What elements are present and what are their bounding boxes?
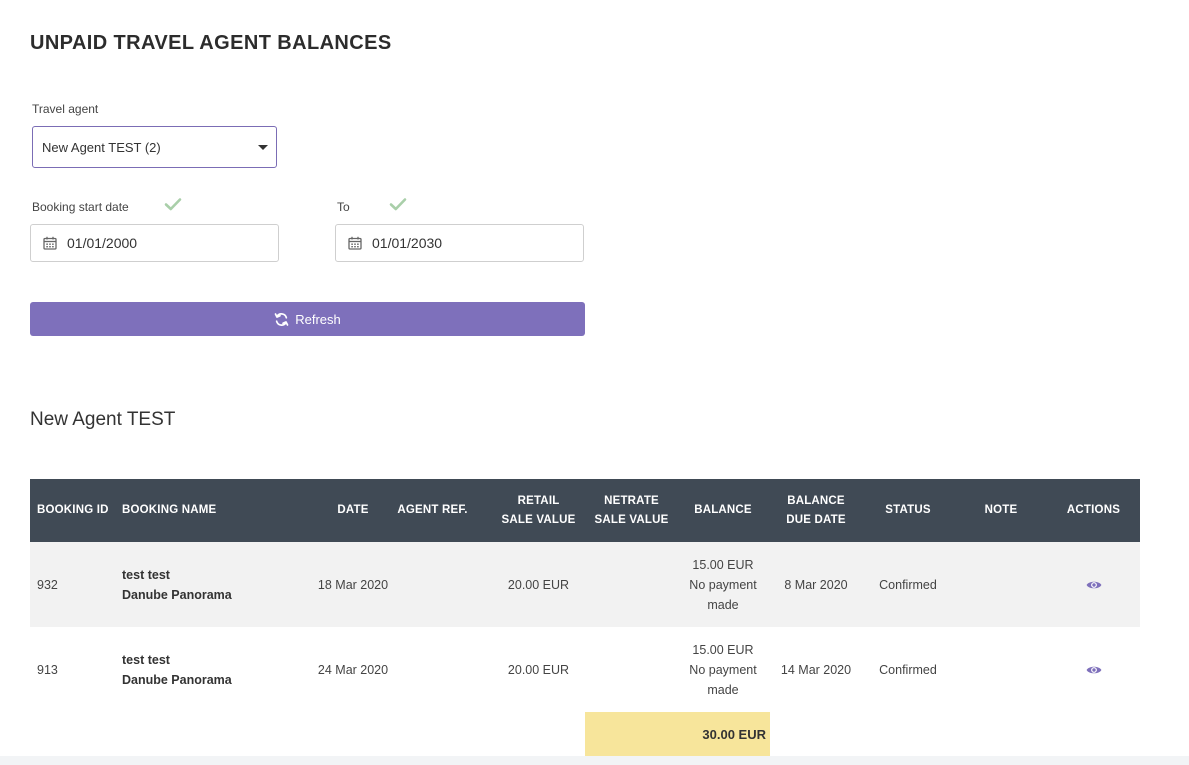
balances-table: BOOKING ID BOOKING NAME DATE AGENT REF. … xyxy=(30,479,1140,712)
balance-due-date: 14 Mar 2020 xyxy=(780,662,852,677)
booking-id: 932 xyxy=(37,577,58,592)
booking-id: 913 xyxy=(37,662,58,677)
balance: 15.00 EUR No payment made xyxy=(678,542,768,627)
booking-name: test test Danube Panorama xyxy=(122,542,312,627)
column-header-booking-name: BOOKING NAME xyxy=(122,504,217,516)
balance-amount: 15.00 EUR xyxy=(692,642,754,657)
agent-ref xyxy=(395,627,470,712)
table-row: 932 test test Danube Panorama 18 Mar 2020… xyxy=(30,542,1140,627)
booking-guest-name: test test xyxy=(122,652,170,667)
booking-name: test test Danube Panorama xyxy=(122,627,312,712)
booking-guest-name: test test xyxy=(122,567,170,582)
booking-product-name: Danube Panorama xyxy=(122,587,232,602)
column-header-actions: ACTIONS xyxy=(1066,504,1121,516)
end-date-value: 01/01/2030 xyxy=(372,235,443,251)
total-balance: 30.00 EUR xyxy=(585,712,770,756)
travel-agent-select[interactable]: New Agent TEST (2) xyxy=(32,126,277,168)
refresh-label: Refresh xyxy=(295,311,341,327)
travel-agent-label: Travel agent xyxy=(32,102,99,116)
refresh-icon xyxy=(274,312,289,326)
netrate-sale-value xyxy=(585,542,678,627)
column-header-agent-ref: AGENT REF. xyxy=(397,504,468,516)
booking-date: 24 Mar 2020 xyxy=(317,662,389,677)
booking-date: 18 Mar 2020 xyxy=(317,577,389,592)
column-header-balance-due-date: BALANCE DUE DATE xyxy=(770,479,862,542)
travel-agent-value: New Agent TEST (2) xyxy=(42,140,161,155)
balance-amount: 15.00 EUR xyxy=(692,557,754,572)
end-date-input[interactable]: 01/01/2030 xyxy=(335,224,584,262)
start-date-label: Booking start date xyxy=(32,200,129,214)
start-date-value: 01/01/2000 xyxy=(67,235,138,251)
caret-down-icon xyxy=(258,145,268,150)
booking-note xyxy=(955,542,1047,627)
booking-note xyxy=(955,627,1047,712)
page-title: UNPAID TRAVEL AGENT BALANCES xyxy=(30,32,392,54)
column-header-line: SALE VALUE xyxy=(594,513,669,526)
column-header-netrate-sale-value: NETRATE SALE VALUE xyxy=(585,479,678,542)
row-actions xyxy=(1047,542,1140,627)
agent-section-heading: New Agent TEST xyxy=(30,409,176,430)
column-header-line: DUE DATE xyxy=(786,513,846,526)
column-header-date: DATE xyxy=(337,504,369,516)
calendar-icon xyxy=(43,236,57,250)
start-date-input[interactable]: 01/01/2000 xyxy=(30,224,279,262)
balance-note: made xyxy=(707,597,739,612)
booking-status: Confirmed xyxy=(879,577,937,592)
column-header-line: SALE VALUE xyxy=(501,513,576,526)
eye-icon[interactable] xyxy=(1086,579,1102,591)
column-header-note: NOTE xyxy=(984,504,1018,516)
end-date-label: To xyxy=(337,200,350,214)
calendar-icon xyxy=(348,236,362,250)
check-icon xyxy=(164,198,182,211)
check-icon xyxy=(389,198,407,211)
balance-note: No payment xyxy=(689,577,757,592)
column-header-booking-id: BOOKING ID xyxy=(37,504,109,516)
column-header-balance: BALANCE xyxy=(694,504,752,516)
row-actions xyxy=(1047,627,1140,712)
retail-sale-value: 20.00 EUR xyxy=(507,662,570,677)
booking-product-name: Danube Panorama xyxy=(122,672,232,687)
balance-note: made xyxy=(707,682,739,697)
table-header: BOOKING ID BOOKING NAME DATE AGENT REF. … xyxy=(30,479,1140,542)
column-header-status: STATUS xyxy=(885,504,931,516)
page-footer-strip xyxy=(0,756,1189,765)
agent-ref xyxy=(395,542,470,627)
retail-sale-value: 20.00 EUR xyxy=(507,577,570,592)
booking-status: Confirmed xyxy=(879,662,937,677)
balance-note: No payment xyxy=(689,662,757,677)
column-header-line: BALANCE xyxy=(787,494,845,507)
balance: 15.00 EUR No payment made xyxy=(678,627,768,712)
column-header-retail-sale-value: RETAIL SALE VALUE xyxy=(492,479,585,542)
balance-due-date: 8 Mar 2020 xyxy=(784,577,848,592)
table-row: 913 test test Danube Panorama 24 Mar 2020… xyxy=(30,627,1140,712)
column-header-line: RETAIL xyxy=(517,494,560,507)
eye-icon[interactable] xyxy=(1086,664,1102,676)
netrate-sale-value xyxy=(585,627,678,712)
column-header-line: NETRATE xyxy=(604,494,659,507)
refresh-button[interactable]: Refresh xyxy=(30,302,585,336)
